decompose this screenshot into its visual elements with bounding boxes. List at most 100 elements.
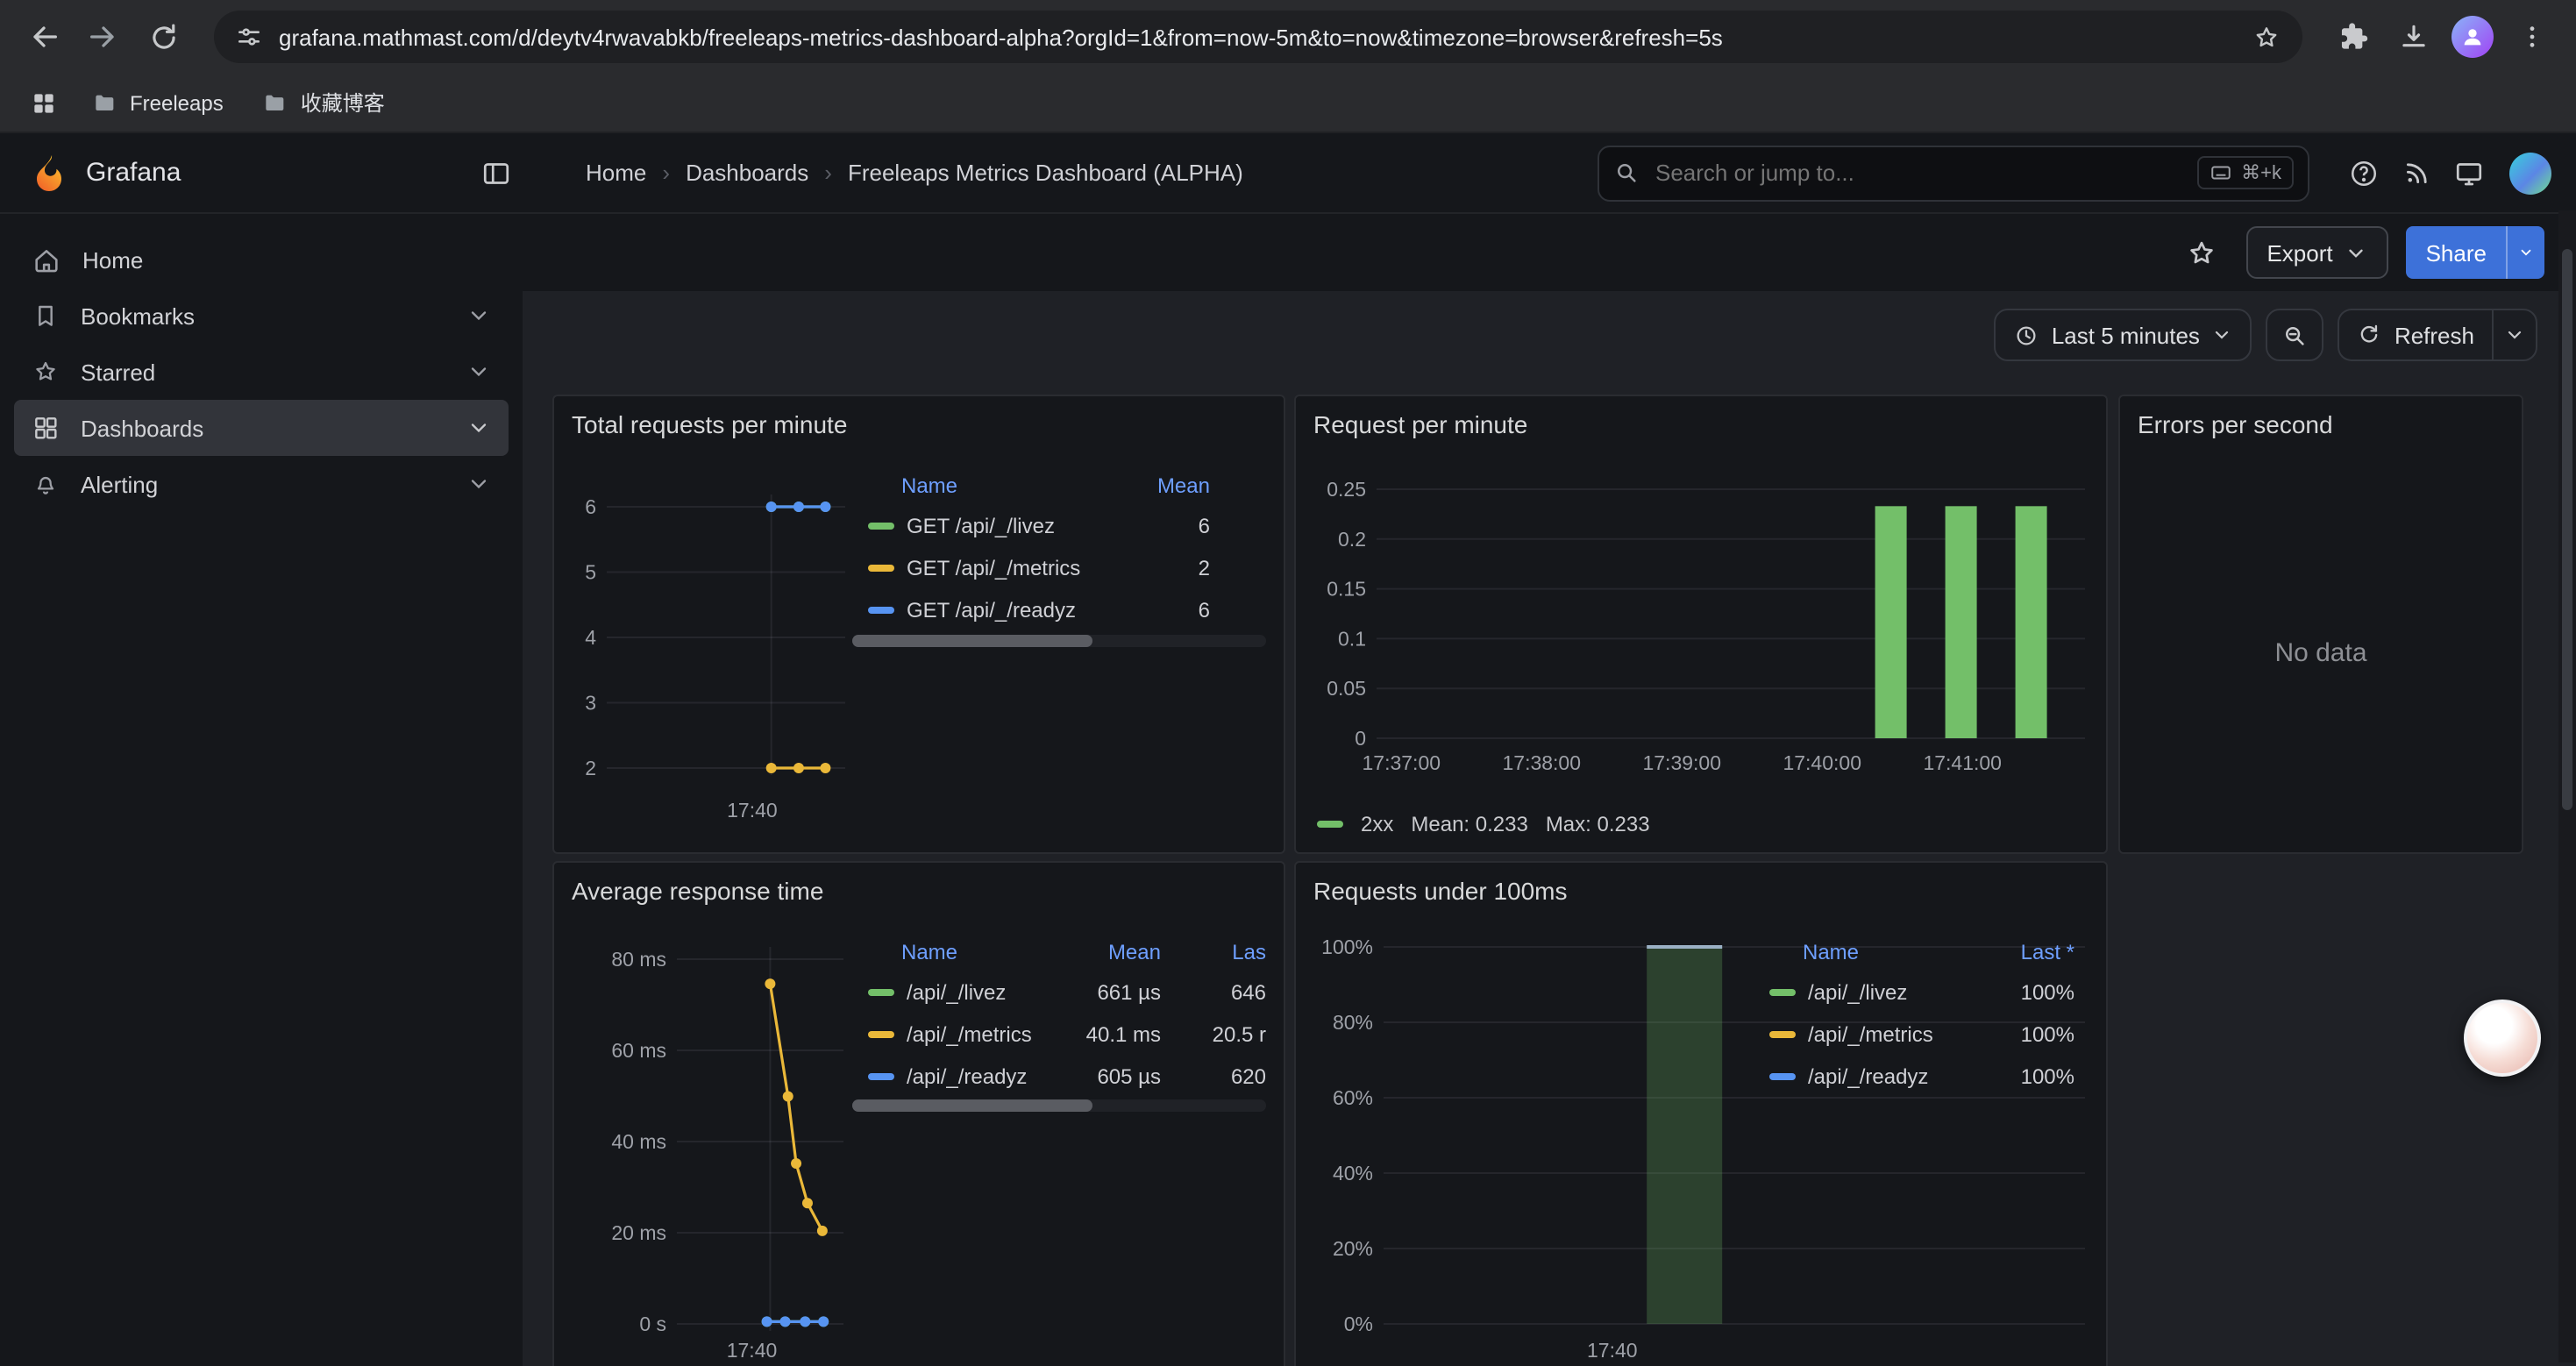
bookmark-folder-freeleaps[interactable]: Freeleaps — [77, 83, 238, 122]
zoom-out-button[interactable] — [2266, 309, 2324, 361]
sidebar-item-home[interactable]: Home — [14, 231, 509, 288]
reload-icon[interactable] — [137, 11, 189, 63]
share-button[interactable]: Share — [2407, 226, 2506, 279]
svg-text:60 ms: 60 ms — [611, 1039, 666, 1062]
bookmark-folder-blogs[interactable]: 收藏博客 — [248, 82, 399, 123]
search-input[interactable]: ⌘+k — [1598, 145, 2309, 201]
search-icon — [1613, 160, 1640, 186]
legend-series[interactable]: /api/_/readyz — [1762, 1064, 1980, 1089]
legend-scrollbar[interactable] — [852, 1099, 1266, 1112]
page-scrollbar[interactable] — [2558, 210, 2576, 1362]
svg-text:0.25: 0.25 — [1327, 478, 1366, 501]
downloads-icon[interactable] — [2387, 11, 2439, 63]
breadcrumb-dashboards[interactable]: Dashboards — [686, 160, 808, 186]
legend-series[interactable]: /api/_/metrics — [861, 1022, 1052, 1047]
series-color-icon — [868, 1031, 894, 1038]
sidebar-item-label: Starred — [81, 359, 445, 385]
legend-row: /api/_/readyz 100% — [1762, 1056, 2085, 1098]
legend-value: 40.1 ms — [1052, 1022, 1161, 1047]
sidebar-item-starred[interactable]: Starred — [14, 344, 509, 400]
sidebar-toggle-icon[interactable] — [470, 146, 523, 199]
sidebar-item-bookmarks[interactable]: Bookmarks — [14, 288, 509, 344]
extensions-icon[interactable] — [2327, 11, 2380, 63]
panel-requests-under-100ms: Requests under 100ms 100%80%60%40%20%0%1… — [1294, 861, 2108, 1366]
bookmark-star-icon[interactable] — [2252, 22, 2281, 52]
caret-down-icon — [2345, 241, 2368, 264]
panel-request-per-minute: Request per minute 0.250.20.150.10.05017… — [1294, 395, 2108, 854]
sidebar: Home Bookmarks Starred Dashboards Alerti… — [0, 214, 523, 1366]
application-window: grafana.mathmast.com/d/deytv4rwavabkb/fr… — [0, 0, 2576, 1362]
tv-mode-icon[interactable] — [2443, 146, 2495, 199]
svg-text:17:37:00: 17:37:00 — [1363, 751, 1441, 774]
legend-table: Name Last * /api/_/livez 100% /api/_/met… — [1762, 933, 2085, 1098]
legend-row: GET /api/_/readyz 6 — [861, 589, 1266, 631]
legend-col-name[interactable]: Name — [1762, 940, 1980, 964]
folder-icon — [91, 89, 119, 117]
apps-grid-icon[interactable] — [21, 80, 67, 125]
series-color-icon — [868, 1073, 894, 1080]
legend-col-name[interactable]: Name — [861, 940, 1052, 964]
legend-series[interactable]: 2xx — [1361, 812, 1393, 836]
legend-series[interactable]: GET /api/_/livez — [861, 514, 1126, 538]
sidebar-item-label: Alerting — [81, 471, 445, 497]
refresh-button[interactable]: Refresh — [2338, 309, 2492, 361]
sidebar-item-label: Dashboards — [81, 415, 445, 441]
legend-series[interactable]: /api/_/livez — [861, 980, 1052, 1005]
breadcrumb-current: Freeleaps Metrics Dashboard (ALPHA) — [848, 160, 1243, 186]
legend-series[interactable]: /api/_/readyz — [861, 1064, 1052, 1089]
legend-col-last[interactable]: Las — [1189, 940, 1266, 964]
legend-line: 2xx Mean: 0.233 Max: 0.233 — [1317, 812, 1650, 836]
svg-text:3: 3 — [585, 692, 596, 715]
sidebar-item-alerting[interactable]: Alerting — [14, 456, 509, 512]
profile-avatar[interactable] — [2446, 11, 2499, 63]
share-menu-caret[interactable] — [2506, 226, 2544, 279]
series-color-icon — [1769, 1073, 1796, 1080]
favorite-star-icon[interactable] — [2175, 226, 2228, 279]
breadcrumb-separator-icon: › — [824, 160, 832, 186]
grafana-brand: Grafana — [86, 158, 470, 188]
user-avatar[interactable] — [2509, 152, 2551, 194]
svg-text:17:39:00: 17:39:00 — [1642, 751, 1721, 774]
refresh-interval-caret[interactable] — [2492, 309, 2537, 361]
legend-row: GET /api/_/livez 6 — [861, 505, 1266, 547]
legend-row: /api/_/livez 100% — [1762, 971, 2085, 1014]
site-settings-icon[interactable] — [235, 23, 263, 51]
legend-table: Name Mean Las /api/_/livez 661 µs 646 /a… — [861, 933, 1266, 1098]
legend-col-name[interactable]: Name — [861, 473, 1126, 498]
svg-text:0.15: 0.15 — [1327, 578, 1366, 601]
clock-icon — [2013, 322, 2039, 348]
panel-title[interactable]: Errors per second — [2138, 410, 2333, 438]
svg-text:0.05: 0.05 — [1327, 677, 1366, 700]
legend-series[interactable]: GET /api/_/readyz — [861, 598, 1126, 623]
breadcrumb-home[interactable]: Home — [586, 160, 646, 186]
home-icon — [32, 245, 61, 274]
url-text[interactable]: grafana.mathmast.com/d/deytv4rwavabkb/fr… — [279, 24, 2238, 50]
sidebar-item-label: Bookmarks — [81, 302, 445, 329]
legend-value: 661 µs — [1052, 980, 1161, 1005]
legend-col-last[interactable]: Last * — [1980, 940, 2074, 964]
grafana-logo-icon[interactable] — [28, 152, 70, 194]
browser-menu-icon[interactable] — [2506, 11, 2558, 63]
news-rss-icon[interactable] — [2390, 146, 2443, 199]
export-button[interactable]: Export — [2245, 226, 2388, 279]
sidebar-item-dashboards[interactable]: Dashboards — [14, 400, 509, 456]
no-data-message: No data — [2120, 638, 2522, 668]
series-color-icon — [1769, 1031, 1796, 1038]
back-icon[interactable] — [18, 11, 70, 63]
legend-col-mean[interactable]: Mean — [1126, 473, 1210, 498]
address-bar[interactable]: grafana.mathmast.com/d/deytv4rwavabkb/fr… — [214, 11, 2302, 63]
legend-series[interactable]: /api/_/metrics — [1762, 1022, 1980, 1047]
legend-value: 2 — [1126, 556, 1210, 580]
assistant-floating-avatar[interactable] — [2464, 1000, 2541, 1077]
help-icon[interactable] — [2338, 146, 2390, 199]
legend-series[interactable]: /api/_/livez — [1762, 980, 1980, 1005]
svg-text:0 s: 0 s — [639, 1313, 666, 1335]
forward-icon[interactable] — [77, 11, 130, 63]
folder-icon — [262, 89, 290, 117]
legend-col-mean[interactable]: Mean — [1052, 940, 1161, 964]
legend-scrollbar[interactable] — [852, 635, 1266, 647]
legend-value: 6 — [1126, 514, 1210, 538]
time-range-picker[interactable]: Last 5 minutes — [1994, 309, 2252, 361]
series-color-icon — [868, 607, 894, 614]
legend-series[interactable]: GET /api/_/metrics — [861, 556, 1126, 580]
